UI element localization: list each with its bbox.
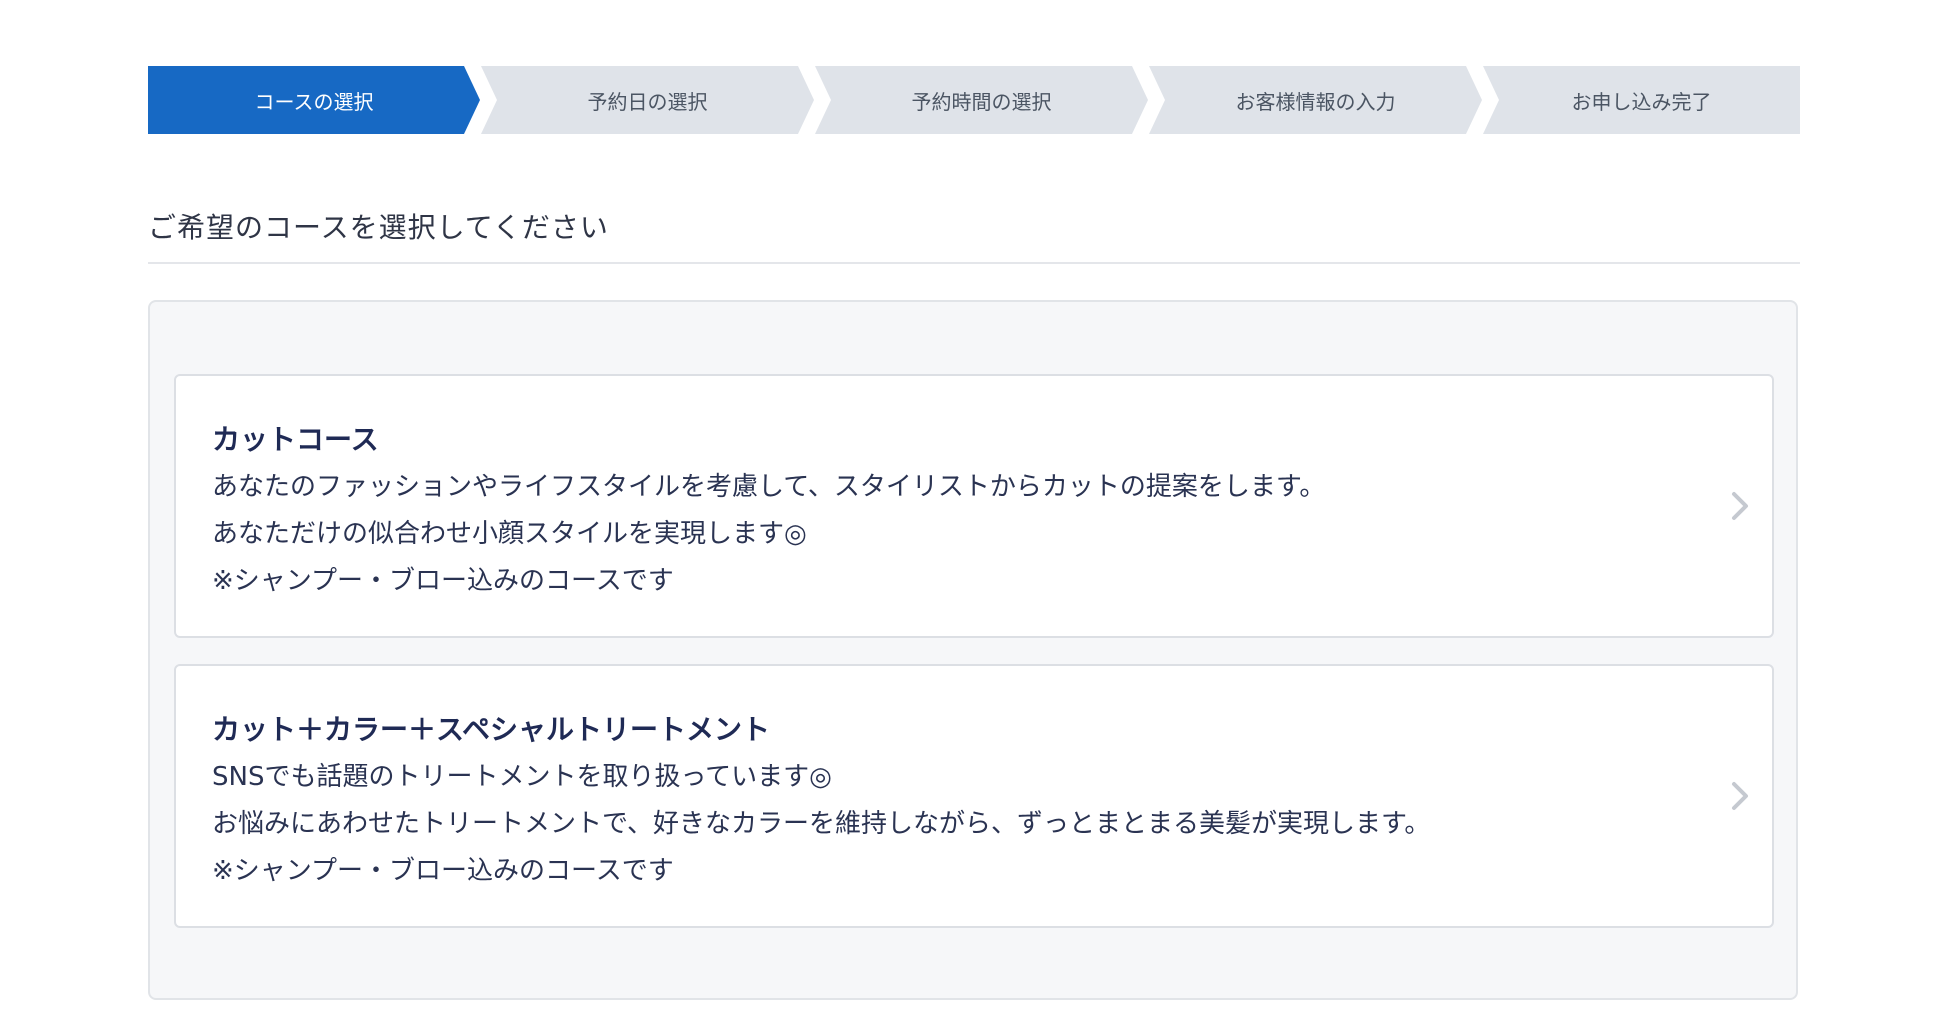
step-course-selection: コースの選択: [148, 66, 480, 134]
course-note: ※シャンプー・ブロー込みのコースです: [212, 856, 674, 886]
title-divider: [148, 262, 1800, 264]
step-label: 予約時間の選択: [911, 89, 1052, 114]
step-label: お客様情報の入力: [1235, 89, 1396, 114]
step-customer-info: お客様情報の入力: [1149, 66, 1482, 134]
course-title: カット＋カラー＋スペシャルトリートメント: [212, 713, 771, 746]
step-complete: お申し込み完了: [1483, 66, 1800, 134]
course-description-line: あなたのファッションやライフスタイルを考慮して、スタイリストからカットの提案をし…: [212, 472, 1326, 502]
reservation-stepper: コースの選択 予約日の選択 予約時間の選択 お客様情報の入力 お申し込み完了: [148, 66, 1800, 134]
step-label: コースの選択: [254, 89, 374, 114]
course-card-cut-color-treatment[interactable]: カット＋カラー＋スペシャルトリートメント SNSでも話題のトリートメントを取り扱…: [174, 664, 1774, 928]
step-label: 予約日の選択: [587, 89, 708, 114]
step-date-selection: 予約日の選択: [481, 66, 814, 134]
step-time-selection: 予約時間の選択: [815, 66, 1148, 134]
course-description-line: お悩みにあわせたトリートメントで、好きなカラーを維持しながら、ずっとまとまる美髪…: [212, 809, 1431, 839]
course-card-body: カットコース あなたのファッションやライフスタイルを考慮して、スタイリストからカ…: [212, 416, 1692, 605]
step-label: お申し込み完了: [1571, 89, 1712, 114]
chevron-right-icon: [1732, 492, 1748, 520]
reservation-page: コースの選択 予約日の選択 予約時間の選択 お客様情報の入力 お申し込み完了 ご…: [0, 0, 1950, 1029]
course-description-line: SNSでも話題のトリートメントを取り扱っています◎: [212, 762, 832, 792]
course-card-body: カット＋カラー＋スペシャルトリートメント SNSでも話題のトリートメントを取り扱…: [212, 706, 1692, 895]
course-list-panel: カットコース あなたのファッションやライフスタイルを考慮して、スタイリストからカ…: [148, 300, 1798, 1000]
course-card-cut[interactable]: カットコース あなたのファッションやライフスタイルを考慮して、スタイリストからカ…: [174, 374, 1774, 638]
course-note: ※シャンプー・ブロー込みのコースです: [212, 566, 674, 596]
course-description-line: あなただけの似合わせ小顔スタイルを実現します◎: [212, 519, 807, 549]
course-title: カットコース: [212, 423, 379, 456]
page-title: ご希望のコースを選択してください: [148, 211, 609, 244]
chevron-right-icon: [1732, 782, 1748, 810]
